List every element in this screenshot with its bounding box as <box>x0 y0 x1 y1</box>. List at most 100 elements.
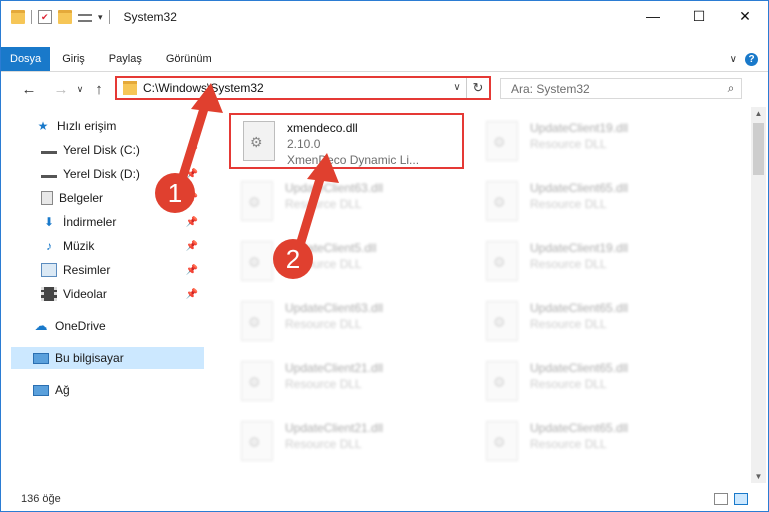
divider <box>31 10 32 24</box>
divider <box>108 10 110 24</box>
back-button[interactable]: ← <box>17 81 41 98</box>
dll-file-icon <box>241 301 273 341</box>
scroll-thumb[interactable] <box>753 123 764 175</box>
sidebar-item-videos[interactable]: Videolar 📌 <box>1 283 204 305</box>
sidebar-item-label: İndirmeler <box>63 215 117 229</box>
vertical-scrollbar[interactable]: ▲ ▼ <box>751 107 766 483</box>
video-icon <box>41 287 57 301</box>
pictures-icon <box>41 263 57 277</box>
file-item[interactable]: UpdateClient65.dll Resource DLL <box>474 175 709 231</box>
network-icon <box>33 384 49 396</box>
sidebar-item-network[interactable]: Ağ <box>1 379 204 401</box>
sidebar-item-pictures[interactable]: Resimler 📌 <box>1 259 204 281</box>
sidebar-item-label: Yerel Disk (C:) <box>63 143 140 157</box>
scroll-up-icon[interactable]: ▲ <box>751 109 766 118</box>
expand-ribbon-icon[interactable]: ∨ <box>730 54 737 65</box>
file-item-xmendeco[interactable]: xmendeco.dll 2.10.0 XmenDeco Dynamic Li.… <box>229 113 464 169</box>
address-bar[interactable]: C:\Windows\System32 ∨ ↻ <box>115 76 491 100</box>
address-dropdown-button[interactable]: ∨ <box>448 78 467 98</box>
recent-locations-button[interactable]: ∨ <box>73 84 87 95</box>
tab-share[interactable]: Paylaş <box>97 47 154 71</box>
dll-file-icon <box>241 241 273 281</box>
sidebar-item-disk-c[interactable]: Yerel Disk (C:) 📌 <box>1 139 204 161</box>
tiles-view-icon[interactable] <box>734 493 748 505</box>
sidebar-item-label: Resimler <box>63 263 111 277</box>
pin-icon[interactable]: 📌 <box>186 145 198 156</box>
file-item[interactable]: UpdateClient65.dll Resource DLL <box>474 295 709 351</box>
file-description: Resource DLL <box>285 197 362 211</box>
file-item[interactable]: UpdateClient63.dll Resource DLL <box>229 175 464 231</box>
file-name: UpdateClient21.dll <box>285 361 384 375</box>
file-description: Resource DLL <box>530 437 607 451</box>
file-item[interactable]: UpdateClient21.dll Resource DLL <box>229 415 464 471</box>
file-item[interactable]: UpdateClient19.dll Resource DLL <box>474 115 709 171</box>
file-name: UpdateClient21.dll <box>285 421 384 435</box>
scroll-down-icon[interactable]: ▼ <box>751 472 766 481</box>
step-2-badge: 2 <box>273 239 313 279</box>
dll-file-icon <box>241 421 273 461</box>
file-description: Resource DLL <box>285 377 362 391</box>
pin-icon[interactable]: 📌 <box>186 289 198 300</box>
file-description: Resource DLL <box>285 437 362 451</box>
sidebar-item-onedrive[interactable]: ☁ OneDrive <box>1 315 204 337</box>
search-input[interactable]: Ara: System32 <box>501 82 721 96</box>
window-title: System32 <box>123 10 177 24</box>
file-item[interactable]: UpdateClient19.dll Resource DLL <box>474 235 709 291</box>
properties-icon[interactable]: ✔ <box>38 10 52 24</box>
drive-icon <box>41 170 57 178</box>
forward-button[interactable]: → <box>49 81 73 98</box>
view-options-icon[interactable] <box>78 14 92 22</box>
file-name: UpdateClient65.dll <box>530 421 629 435</box>
pin-icon[interactable]: 📌 <box>186 217 198 228</box>
explorer-window: ✔ ▾ System32 — ☐ ✕ Dosya Giriş Paylaş Gö… <box>0 0 769 512</box>
search-box[interactable]: Ara: System32 ⌕ <box>500 78 742 99</box>
refresh-button[interactable]: ↻ <box>467 80 489 96</box>
file-item[interactable]: UpdateClient5.dllResource DLL <box>229 235 464 291</box>
customize-toolbar-icon[interactable]: ▾ <box>98 12 103 23</box>
minimize-button[interactable]: — <box>630 1 676 31</box>
quick-access-toolbar: ✔ ▾ System32 <box>1 1 177 33</box>
file-name: UpdateClient65.dll <box>530 361 629 375</box>
file-name: UpdateClient63.dll <box>285 301 384 315</box>
documents-icon <box>41 191 53 205</box>
folder-icon <box>123 81 137 95</box>
file-list: xmendeco.dll 2.10.0 XmenDeco Dynamic Li.… <box>221 109 740 487</box>
maximize-button[interactable]: ☐ <box>676 1 722 31</box>
file-description: Resource DLL <box>285 317 362 331</box>
address-path[interactable]: C:\Windows\System32 <box>143 81 448 95</box>
sidebar-item-downloads[interactable]: ⬇ İndirmeler 📌 <box>1 211 204 233</box>
up-button[interactable]: ↑ <box>87 81 111 98</box>
file-description: Resource DLL <box>530 197 607 211</box>
tab-home[interactable]: Giriş <box>50 47 97 71</box>
sidebar-item-quick-access[interactable]: ★ Hızlı erişim <box>1 115 204 137</box>
sidebar-item-label: Videolar <box>63 287 107 301</box>
file-name: UpdateClient19.dll <box>530 121 629 135</box>
file-description: Resource DLL <box>530 257 607 271</box>
details-view-icon[interactable] <box>714 493 728 505</box>
file-item[interactable]: UpdateClient21.dll Resource DLL <box>229 355 464 411</box>
view-switcher <box>714 493 768 505</box>
file-item[interactable]: UpdateClient65.dll Resource DLL <box>474 415 709 471</box>
cloud-icon: ☁ <box>34 318 48 333</box>
help-icon[interactable]: ? <box>745 52 758 66</box>
title-bar: ✔ ▾ System32 — ☐ ✕ <box>1 1 768 33</box>
sidebar-item-label: Müzik <box>63 239 95 253</box>
new-folder-icon[interactable] <box>58 10 72 24</box>
close-button[interactable]: ✕ <box>722 1 768 31</box>
pin-icon[interactable]: 📌 <box>186 241 198 252</box>
file-description: Resource DLL <box>530 137 607 151</box>
sidebar-item-this-pc[interactable]: Bu bilgisayar <box>11 347 204 369</box>
search-icon[interactable]: ⌕ <box>721 81 741 96</box>
dll-file-icon <box>241 361 273 401</box>
dll-file-icon <box>486 421 518 461</box>
tab-file[interactable]: Dosya <box>1 47 51 71</box>
file-item[interactable]: UpdateClient65.dll Resource DLL <box>474 355 709 411</box>
file-name: UpdateClient65.dll <box>530 301 629 315</box>
tab-view[interactable]: Görünüm <box>154 47 224 71</box>
sidebar-item-music[interactable]: ♪ Müzik 📌 <box>1 235 204 257</box>
file-item[interactable]: UpdateClient63.dll Resource DLL <box>229 295 464 351</box>
file-description: Resource DLL <box>530 377 607 391</box>
pin-icon[interactable]: 📌 <box>186 265 198 276</box>
item-count: 136 öğe <box>21 493 61 505</box>
star-icon: ★ <box>37 119 49 133</box>
